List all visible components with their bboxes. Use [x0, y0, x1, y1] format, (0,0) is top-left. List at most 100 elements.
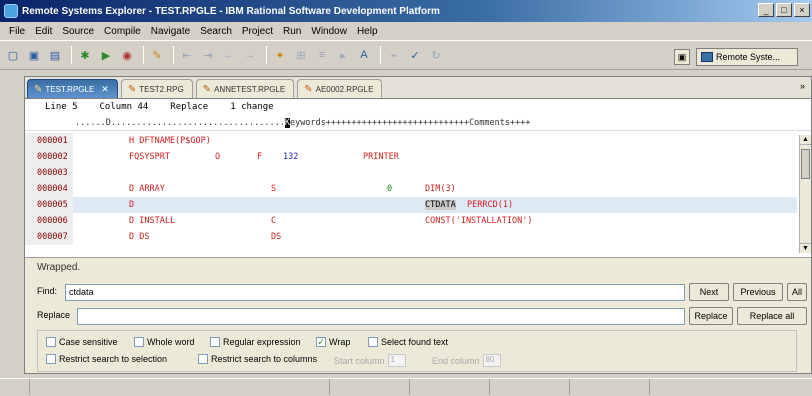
- search-status: Wrapped.: [37, 262, 81, 273]
- spec-text: D DS: [129, 232, 150, 242]
- export-icon[interactable]: ▸: [334, 46, 352, 64]
- toolbar-separator: [143, 46, 144, 64]
- keyword: DIM(3): [425, 184, 456, 194]
- new-icon[interactable]: ▢: [4, 46, 22, 64]
- sequence-number: 000006: [25, 213, 73, 229]
- menu-source[interactable]: Source: [57, 26, 99, 37]
- menu-window[interactable]: Window: [306, 26, 352, 37]
- perspective-switcher[interactable]: Remote Syste...: [696, 48, 798, 66]
- case-sensitive-checkbox[interactable]: Case sensitive: [46, 337, 118, 347]
- spec-text: D INSTALL: [129, 216, 176, 226]
- debug-icon[interactable]: ✱: [76, 46, 94, 64]
- toolbar-separator: [266, 46, 267, 64]
- spec-text: H DFTNAME(P$GOP): [129, 136, 211, 146]
- find-next-button[interactable]: Next: [689, 283, 729, 301]
- tab-overflow-button[interactable]: »: [800, 81, 805, 91]
- find-previous-button[interactable]: Previous: [733, 283, 783, 301]
- replace-button[interactable]: Replace: [689, 307, 733, 325]
- open-type-icon[interactable]: ✎: [148, 46, 166, 64]
- code-line[interactable]: 000001 H DFTNAME(P$GOP): [25, 133, 797, 149]
- filter-icon[interactable]: ≡: [313, 46, 331, 64]
- menu-navigate[interactable]: Navigate: [146, 26, 195, 37]
- start-column-input[interactable]: 1: [387, 354, 406, 367]
- menu-compile[interactable]: Compile: [99, 26, 146, 37]
- keyword: CONST('INSTALLATION'): [425, 216, 533, 226]
- maximize-button[interactable]: □: [776, 3, 792, 17]
- run-icon[interactable]: ▶: [97, 46, 115, 64]
- remote-systems-icon: [701, 52, 713, 62]
- open-perspective-button[interactable]: ▣: [674, 49, 690, 65]
- window-controls: _ □ ×: [758, 3, 810, 17]
- restrict-columns-checkbox[interactable]: Restrict search to columns: [198, 354, 317, 364]
- code-line[interactable]: 000006 D INSTALL C CONST('INSTALLATION'): [25, 213, 797, 229]
- find-label: Find:: [37, 286, 58, 296]
- toggle-icon[interactable]: ⊞: [292, 46, 310, 64]
- replace-all-button[interactable]: Replace all: [737, 307, 807, 325]
- tab-label: ANNETEST.RPGLE: [214, 84, 286, 94]
- forward-icon[interactable]: →: [241, 46, 259, 64]
- line-indicator: Line 5: [45, 102, 78, 112]
- menu-help[interactable]: Help: [352, 26, 383, 37]
- search-icon[interactable]: ✦: [271, 46, 289, 64]
- menu-run[interactable]: Run: [278, 26, 306, 37]
- record-length: 132: [283, 152, 299, 162]
- code-line[interactable]: 000007 D DS DS: [25, 229, 797, 245]
- spec-text: D ARRAY: [129, 184, 165, 194]
- editor-scrollbar[interactable]: ▲ ▼: [799, 135, 811, 253]
- print-icon[interactable]: ▤: [46, 46, 64, 64]
- keyword: PERRCD(1): [467, 200, 514, 210]
- status-bar: [0, 378, 812, 396]
- scroll-thumb[interactable]: [801, 149, 810, 179]
- close-button[interactable]: ×: [794, 3, 810, 17]
- sequence-number: 000003: [25, 165, 73, 181]
- code-line[interactable]: 000003: [25, 165, 797, 181]
- connect-icon[interactable]: ⌁: [385, 46, 403, 64]
- case-sensitive-label: Case sensitive: [59, 337, 118, 347]
- tab-annetest-rpgle[interactable]: ✎ ANNETEST.RPGLE: [195, 79, 295, 98]
- menu-search[interactable]: Search: [195, 26, 237, 37]
- decimals: 0: [387, 184, 393, 194]
- scroll-down-icon[interactable]: ▼: [800, 243, 811, 253]
- tab-ae0002-rpgle[interactable]: ✎ AE0002.RPGLE: [297, 79, 383, 98]
- spec-text: FQSYSPRT: [129, 152, 170, 162]
- next-annotation-icon[interactable]: ⇥: [199, 46, 217, 64]
- back-icon[interactable]: ←: [220, 46, 238, 64]
- scroll-up-icon[interactable]: ▲: [800, 135, 811, 145]
- source-editor[interactable]: 000001 H DFTNAME(P$GOP) 000002 FQSYSPRT …: [25, 133, 797, 253]
- font-icon[interactable]: A: [355, 46, 373, 64]
- menu-project[interactable]: Project: [237, 26, 278, 37]
- tab-test2-rpg[interactable]: ✎ TEST2.RPG: [120, 79, 193, 98]
- external-tools-icon[interactable]: ◉: [118, 46, 136, 64]
- regex-checkbox[interactable]: Regular expression: [210, 337, 301, 347]
- code-line-current[interactable]: 000005 D CTDATA PERRCD(1): [25, 197, 797, 213]
- verify-icon[interactable]: ✓: [406, 46, 424, 64]
- select-found-checkbox[interactable]: Select found text: [368, 337, 448, 347]
- prev-annotation-icon[interactable]: ⇤: [178, 46, 196, 64]
- refresh-icon[interactable]: ↻: [427, 46, 445, 64]
- code-line[interactable]: 000004 D ARRAY S 0 DIM(3): [25, 181, 797, 197]
- sequence-number: 000007: [25, 229, 73, 245]
- start-column-group: Start column 1: [334, 354, 406, 367]
- code-line[interactable]: 000002 FQSYSPRT O F 132 PRINTER: [25, 149, 797, 165]
- wrap-checkbox[interactable]: ✓ Wrap: [316, 337, 350, 347]
- end-column-input[interactable]: 80: [482, 354, 501, 367]
- search-options: Case sensitive Whole word Regular expres…: [37, 330, 797, 372]
- menu-edit[interactable]: Edit: [30, 26, 57, 37]
- restrict-selection-checkbox[interactable]: Restrict search to selection: [46, 354, 167, 364]
- find-input[interactable]: ctdata: [65, 284, 685, 301]
- status-segment: [570, 379, 650, 395]
- sequence-number: 000004: [25, 181, 73, 197]
- tab-label: TEST.RPGLE: [45, 84, 95, 94]
- find-all-button[interactable]: All: [787, 283, 807, 301]
- minimize-button[interactable]: _: [758, 3, 774, 17]
- checkbox-icon: [46, 337, 56, 347]
- whole-word-checkbox[interactable]: Whole word: [134, 337, 195, 347]
- replace-input[interactable]: [77, 308, 685, 325]
- column-ruler: ......D.................................…: [25, 118, 811, 131]
- save-icon[interactable]: ▣: [25, 46, 43, 64]
- tab-test-rpgle[interactable]: ✎ TEST.RPGLE ✕: [27, 79, 118, 98]
- app-icon: [4, 4, 18, 18]
- close-tab-icon[interactable]: ✕: [101, 84, 109, 95]
- menu-file[interactable]: File: [4, 26, 30, 37]
- find-replace-panel: Wrapped. Find: ctdata Next Previous All …: [25, 257, 811, 373]
